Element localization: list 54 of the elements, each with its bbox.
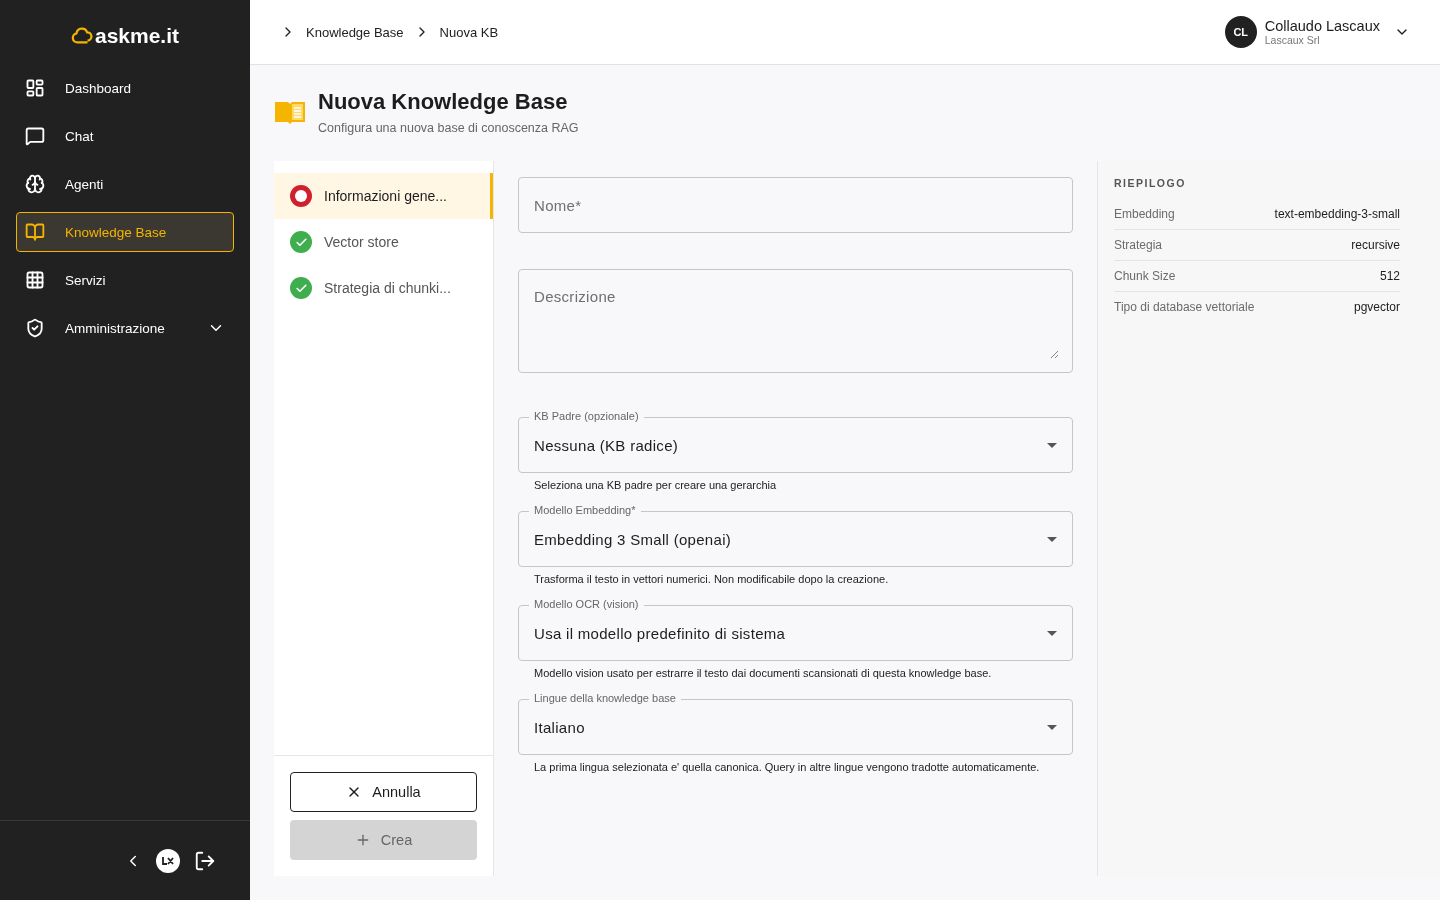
check-icon: [290, 277, 312, 299]
dashboard-icon: [25, 78, 45, 98]
nav-item[interactable]: Dashboard: [16, 68, 234, 108]
summary-value: 512: [1379, 269, 1400, 283]
cloud-icon: [70, 25, 93, 47]
dropdown-caret-icon: [1047, 724, 1057, 730]
book-icon: [25, 222, 45, 242]
page-title: Nuova Knowledge Base: [318, 89, 569, 115]
cancel-button[interactable]: Annulla: [290, 772, 477, 812]
error-icon: [290, 185, 312, 207]
field-label: KB Padre (opzionale): [529, 409, 644, 423]
helper-text: Seleziona una KB padre per creare una gerarchia: [533, 478, 778, 493]
check-icon: [290, 231, 312, 253]
summary-label: Embedding: [1114, 207, 1175, 221]
logo-text: askme.it: [94, 24, 180, 48]
breadcrumb-link[interactable]: Nuova KB: [439, 24, 499, 40]
brand-badge-icon[interactable]: [156, 848, 180, 873]
field-label: Modello Embedding*: [529, 503, 641, 517]
helper-text: Trasforma il testo in vettori numerici. Non modificabile dopo la creazione.: [533, 572, 890, 587]
helper-text: La prima lingua selezionata e' quella canonica. Query in altre lingue vengono tradotte automaticamente.: [533, 760, 1041, 775]
logout-icon[interactable]: [194, 849, 216, 872]
user-company: Lascaux Srl: [1264, 34, 1321, 46]
dropdown-caret-icon: [1047, 536, 1057, 542]
page-subtitle: Configura una nuova base di conoscenza RAG: [318, 121, 579, 135]
summary-label: Tipo di database vettoriale: [1114, 300, 1255, 314]
grid-icon: [25, 270, 45, 290]
nav-item[interactable]: Amministrazione: [16, 308, 234, 348]
dropdown-caret-icon: [1047, 630, 1057, 636]
breadcrumb-link[interactable]: Knowledge Base: [306, 24, 404, 40]
shield-icon: [25, 318, 45, 338]
nav-item[interactable]: Agenti: [16, 164, 234, 204]
step-item[interactable]: Informazioni gene...: [274, 173, 493, 219]
name-field[interactable]: Nome*: [518, 177, 1073, 233]
user-name: Collaudo Lascaux: [1264, 18, 1380, 34]
summary-value: pgvector: [1353, 300, 1400, 314]
summary-label: Chunk Size: [1114, 269, 1176, 283]
step-item[interactable]: Strategia di chunki...: [274, 265, 493, 311]
dropdown-caret-icon: [1047, 442, 1057, 448]
description-field[interactable]: Descrizione: [518, 269, 1073, 373]
summary-title: RIEPILOGO: [1114, 177, 1187, 189]
summary-label: Strategia: [1114, 238, 1163, 252]
resize-handle-icon[interactable]: [1050, 350, 1058, 358]
step-item[interactable]: Vector store: [274, 219, 493, 265]
summary-value: recursive: [1351, 238, 1400, 252]
nav-item[interactable]: Chat: [16, 116, 234, 156]
field-label: Modello OCR (vision): [529, 597, 644, 611]
nav-item[interactable]: Knowledge Base: [16, 212, 234, 252]
field-label: Lingue della knowledge base: [529, 691, 681, 705]
user-avatar[interactable]: CL: [1224, 16, 1257, 48]
chat-icon: [25, 126, 45, 146]
nav-item[interactable]: Servizi: [16, 260, 234, 300]
summary-value: text-embedding-3-small: [1274, 207, 1400, 221]
helper-text: Modello vision usato per estrarre il testo dai documenti scansionati di questa knowledge base.: [533, 666, 993, 681]
book-icon: [274, 99, 306, 125]
